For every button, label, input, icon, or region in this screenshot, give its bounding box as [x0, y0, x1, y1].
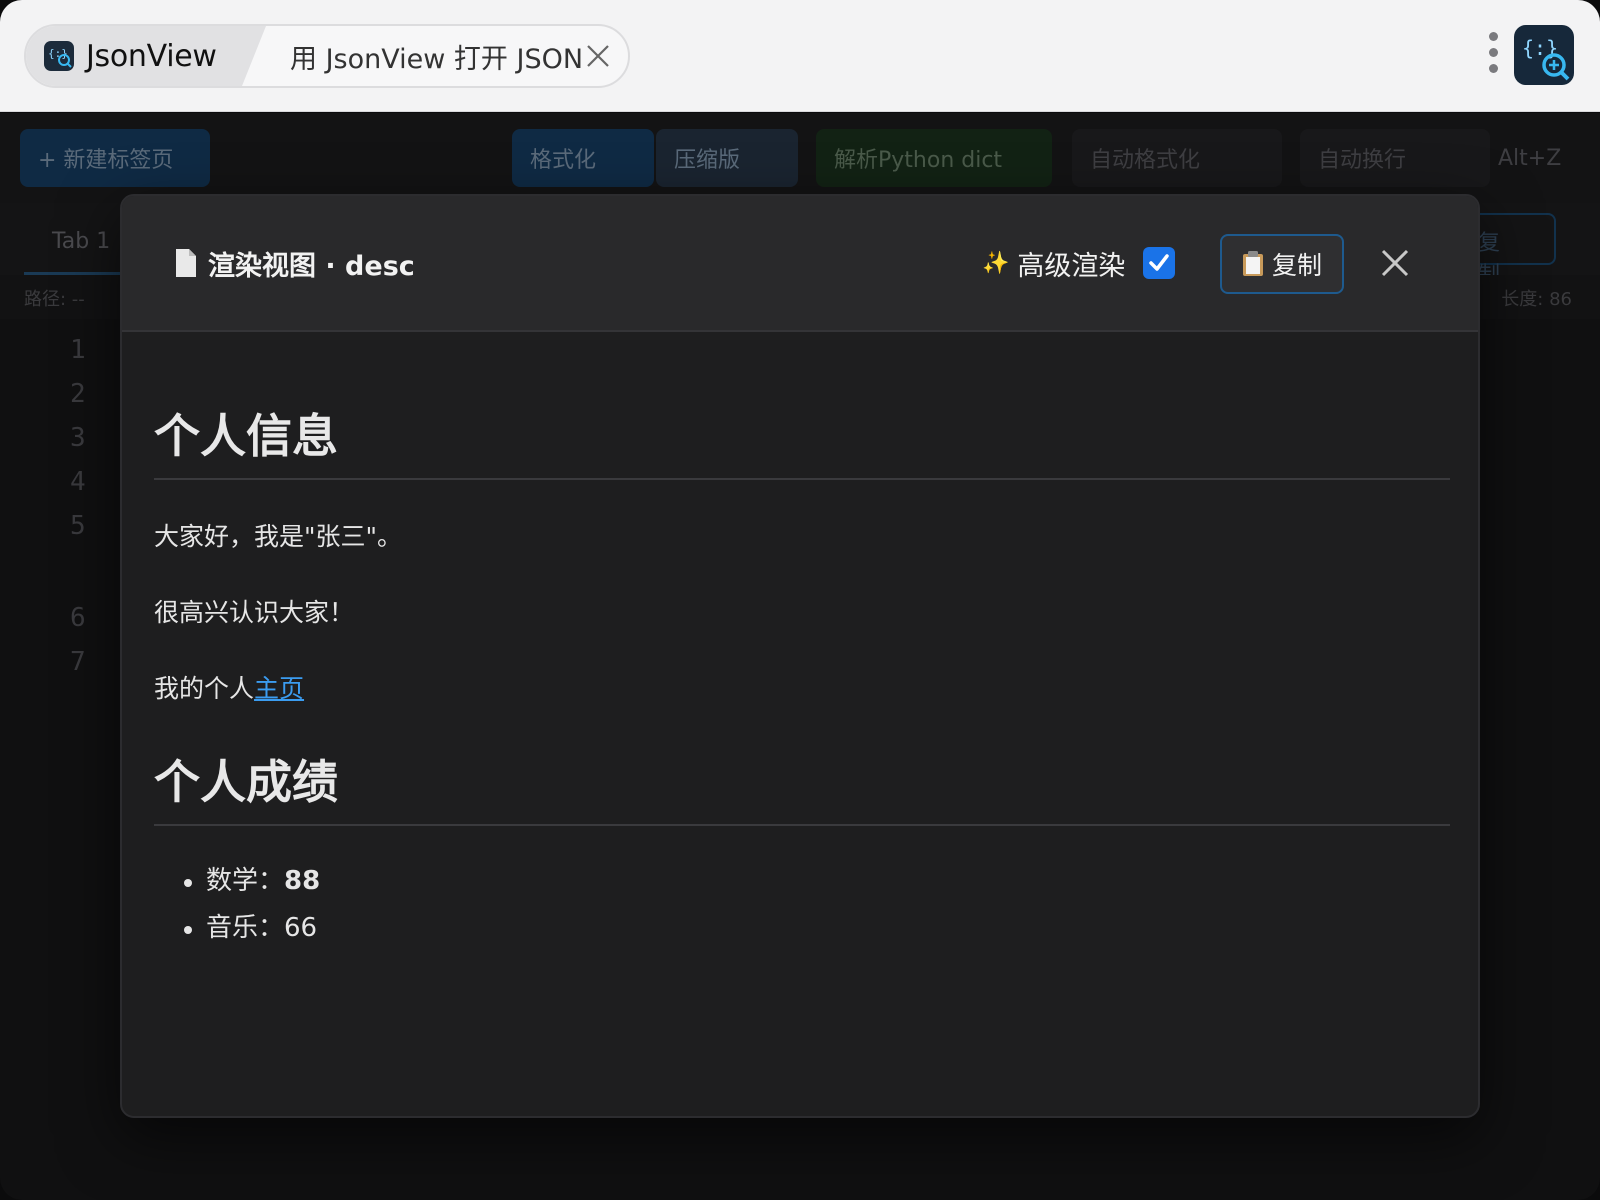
tab-open-json[interactable]: 用 JsonView 打开 JSON: [266, 26, 628, 86]
auto-wrap-shortcut: Alt+Z: [1498, 145, 1562, 171]
score-value: 66: [284, 913, 318, 943]
advanced-render-checkbox[interactable]: [1143, 247, 1176, 279]
paragraph-homepage: 我的个人主页: [154, 672, 1450, 706]
sparkles-icon: ✨: [982, 250, 1010, 276]
close-icon[interactable]: [1380, 248, 1410, 278]
parse-python-button: 解析Python dict: [816, 129, 1052, 187]
scores-list: 数学：88 音乐：66: [154, 864, 1450, 945]
line-number: 4: [70, 467, 86, 497]
compress-button: 压缩版: [656, 129, 798, 187]
auto-format-toggle: 自动格式化: [1072, 129, 1282, 187]
score-subject: 数学：: [206, 866, 285, 896]
tab-open-json-label: 用 JsonView 打开 JSON: [290, 43, 584, 75]
jsonview-app-icon: {:}: [44, 41, 74, 71]
line-number: 5: [70, 511, 86, 541]
browser-toolbar: {:} JsonView 用 JsonView 打开 JSON {:}: [0, 0, 1600, 112]
dialog-header: 渲染视图 · desc ✨ 高级渲染 复制: [122, 196, 1478, 332]
heading-scores: 个人成绩: [154, 706, 1450, 826]
score-value: 88: [284, 866, 321, 896]
auto-wrap-toggle: 自动换行: [1300, 129, 1490, 187]
list-item: 音乐：66: [184, 911, 1450, 945]
render-view-dialog: 渲染视图 · desc ✨ 高级渲染 复制 个人信息 大家好，我是"张三"。 很…: [120, 194, 1480, 1118]
background-toolbar: + 新建标签页 格式化 压缩版 解析Python dict 自动格式化 自动换行…: [0, 113, 1600, 203]
copy-button[interactable]: 复制: [1220, 234, 1344, 294]
advanced-render-toggle[interactable]: ✨ 高级渲染: [982, 243, 1176, 283]
document-icon: [176, 249, 196, 277]
homepage-prefix: 我的个人: [154, 674, 255, 703]
paragraph-greeting: 大家好，我是"张三"。: [154, 522, 402, 551]
heading-personal-info: 个人信息: [154, 332, 1450, 480]
tab-strip: {:} JsonView 用 JsonView 打开 JSON: [24, 24, 630, 88]
homepage-link[interactable]: 主页: [254, 674, 304, 703]
tab-jsonview-label: JsonView: [86, 38, 217, 74]
close-icon[interactable]: [584, 42, 612, 70]
dialog-title: 渲染视图 · desc: [174, 243, 415, 283]
dialog-title-text: 渲染视图 · desc: [208, 250, 415, 282]
status-length: 长度: 86: [1501, 289, 1572, 310]
jsonview-extension-icon[interactable]: {:}: [1514, 25, 1574, 85]
check-icon: [1149, 254, 1170, 271]
new-tab-button: + 新建标签页: [20, 129, 210, 187]
format-button: 格式化: [512, 129, 654, 187]
status-path: 路径: --: [24, 289, 85, 310]
line-number: 7: [70, 647, 86, 677]
advanced-render-label: 高级渲染: [1017, 250, 1126, 282]
line-number: 2: [70, 379, 86, 409]
line-number: 3: [70, 423, 86, 453]
paragraph-nice-to-meet: 很高兴认识大家！: [154, 598, 355, 627]
copy-button-label: 复制: [1271, 251, 1322, 280]
list-item: 数学：88: [184, 864, 1450, 898]
line-number: 1: [70, 335, 86, 365]
more-menu-icon[interactable]: [1484, 32, 1502, 78]
tab-jsonview[interactable]: {:} JsonView: [26, 26, 266, 86]
rendered-content: 个人信息 大家好，我是"张三"。 很高兴认识大家！ 我的个人主页 个人成绩 数学…: [154, 332, 1450, 958]
clipboard-icon: [1242, 251, 1263, 276]
screen: {:} JsonView 用 JsonView 打开 JSON {:} + 新建…: [0, 0, 1600, 1200]
score-subject: 音乐：: [206, 913, 285, 943]
svg-text:{:}: {:}: [48, 47, 68, 60]
line-number: 6: [70, 603, 86, 633]
